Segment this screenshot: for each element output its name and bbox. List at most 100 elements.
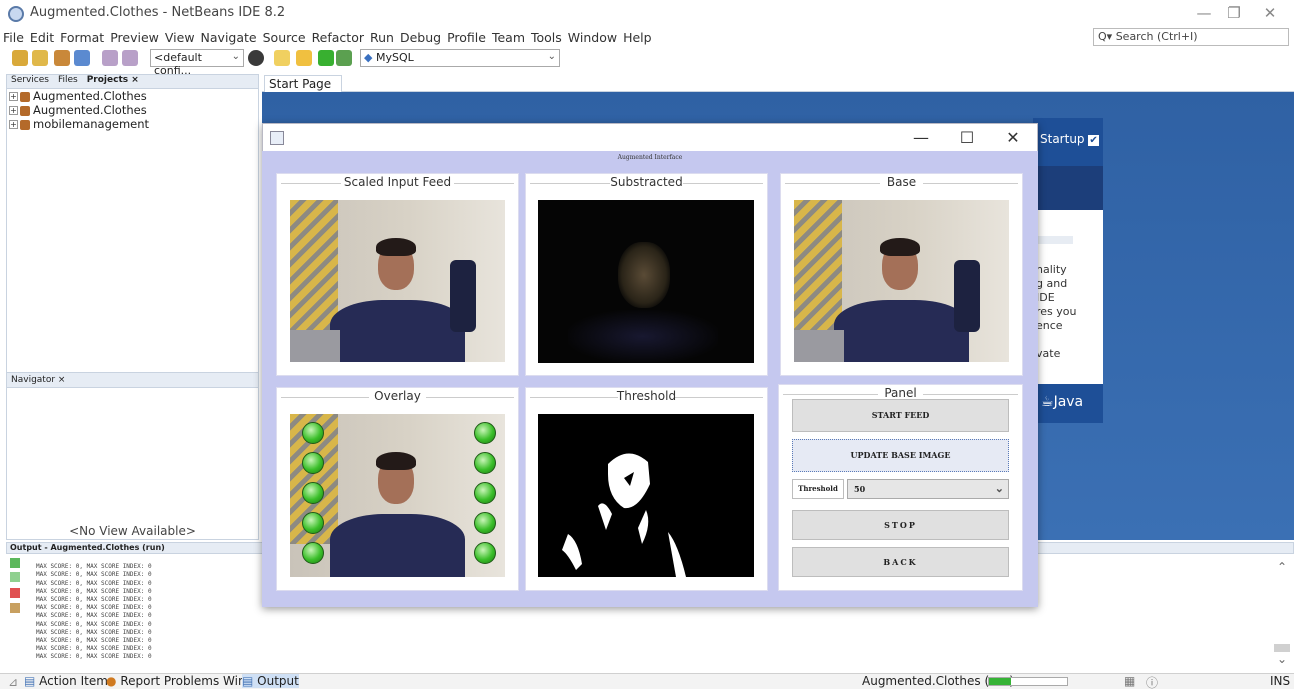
settings-icon[interactable] (10, 603, 20, 613)
menu-debug[interactable]: Debug (397, 28, 444, 47)
search-input[interactable]: Q▾ Search (Ctrl+I) (1093, 28, 1289, 46)
overlay-button-icon[interactable] (302, 542, 324, 564)
overlay-button-icon[interactable] (302, 482, 324, 504)
panel-threshold: Threshold (525, 387, 768, 591)
action-items-tab[interactable]: ▤ Action Items (24, 674, 114, 688)
panel-base: Base (780, 173, 1023, 376)
navigator-tab[interactable]: Navigator × (6, 372, 259, 388)
restore-icon[interactable]: ❐ (1220, 4, 1248, 22)
overlay-button-icon[interactable] (474, 542, 496, 564)
menu-format[interactable]: Format (57, 28, 107, 47)
menu-refactor[interactable]: Refactor (309, 28, 367, 47)
overlay-button-icon[interactable] (474, 422, 496, 444)
subtracted-image (538, 200, 754, 363)
notification-icon[interactable]: ⓘ (1146, 674, 1158, 691)
java-app-icon (270, 131, 284, 145)
new-project-icon[interactable] (32, 50, 48, 66)
warning-icon: ● (106, 674, 117, 688)
threshold-select[interactable]: 50 ⌄ (847, 479, 1009, 499)
menu-tools[interactable]: Tools (528, 28, 565, 47)
run-icon[interactable] (318, 50, 334, 66)
overlay-image (290, 414, 505, 577)
update-base-image-button[interactable]: UPDATE BASE IMAGE (792, 439, 1009, 472)
minimize-icon[interactable]: — (1190, 4, 1218, 22)
close-icon[interactable]: ✕ (1256, 4, 1284, 22)
scrollbar-thumb[interactable] (1274, 644, 1290, 652)
menu-source[interactable]: Source (260, 28, 309, 47)
menu-edit[interactable]: Edit (27, 28, 57, 47)
rerun-params-icon[interactable] (10, 572, 20, 582)
database-select[interactable]: ◆ MySQL ⌄ (360, 49, 560, 67)
threshold-label: Threshold (792, 479, 844, 499)
overlay-button-icon[interactable] (474, 512, 496, 534)
expand-icon[interactable]: + (9, 92, 18, 101)
menu-run[interactable]: Run (367, 28, 397, 47)
start-feed-button[interactable]: START FEED (792, 399, 1009, 432)
startup-checkbox[interactable]: Startup ✔ (1040, 132, 1099, 146)
menu-profile[interactable]: Profile (444, 28, 489, 47)
menu-window[interactable]: Window (565, 28, 620, 47)
overlay-button-icon[interactable] (474, 482, 496, 504)
clean-build-icon[interactable] (296, 50, 312, 66)
overlay-button-icon[interactable] (302, 452, 324, 474)
panel-title: Scaled Input Feed (343, 175, 452, 189)
navigator-empty: <No View Available> (69, 524, 196, 538)
progress-bar (988, 677, 1068, 686)
back-button[interactable]: BACK (792, 547, 1009, 577)
check-icon: ✔ (1088, 135, 1099, 146)
menu-help[interactable]: Help (620, 28, 655, 47)
threshold-image (538, 414, 754, 577)
build-icon[interactable] (274, 50, 290, 66)
menu-navigate[interactable]: Navigate (198, 28, 260, 47)
chevron-down-icon: ⌄ (547, 51, 556, 62)
tree-item[interactable]: + mobilemanagement (9, 117, 258, 131)
menu-view[interactable]: View (162, 28, 198, 47)
tree-item[interactable]: + Augmented.Clothes (9, 89, 258, 103)
open-project-icon[interactable] (54, 50, 70, 66)
dialog-maximize-icon[interactable]: ☐ (954, 128, 980, 147)
menu-preview[interactable]: Preview (107, 28, 162, 47)
tab-start-page[interactable]: Start Page × (264, 75, 342, 105)
redo-icon[interactable] (122, 50, 138, 66)
save-all-icon[interactable] (74, 50, 90, 66)
overlay-button-icon[interactable] (474, 452, 496, 474)
java-logo: ☕Java (1033, 384, 1103, 423)
tree-item[interactable]: + Augmented.Clothes (9, 103, 258, 117)
panel-title: Panel (884, 386, 917, 400)
java-cup-icon: ☕ (1041, 394, 1054, 410)
menu-file[interactable]: File (0, 28, 27, 47)
database-icon: ◆ (364, 51, 373, 64)
rerun-icon[interactable] (10, 558, 20, 568)
debug-icon[interactable] (336, 50, 352, 66)
panel-controls: Panel START FEED UPDATE BASE IMAGE Thres… (778, 384, 1023, 591)
base-image (794, 200, 1009, 362)
stop-button[interactable]: STOP (792, 510, 1009, 540)
output-tab[interactable]: ▤ Output (242, 674, 299, 688)
dialog-close-icon[interactable]: ✕ (1000, 128, 1026, 147)
new-file-icon[interactable] (12, 50, 28, 66)
start-page-band (1033, 166, 1103, 210)
projects-tabs: Services Files Projects × (7, 75, 258, 89)
dialog-minimize-icon[interactable]: — (908, 128, 934, 147)
scroll-up-icon[interactable]: ⌃ (1277, 560, 1287, 574)
panel-overlay: Overlay (276, 387, 519, 591)
overlay-button-icon[interactable] (302, 422, 324, 444)
tab-files[interactable]: Files (58, 75, 78, 85)
expand-icon[interactable]: + (9, 106, 18, 115)
config-select[interactable]: <default confi... ⌄ (150, 49, 244, 77)
menu-team[interactable]: Team (489, 28, 528, 47)
undo-icon[interactable] (102, 50, 118, 66)
list-icon: ▤ (24, 674, 36, 688)
project-icon (20, 91, 30, 102)
expand-icon[interactable]: + (9, 120, 18, 129)
scroll-down-icon[interactable]: ⌄ (1277, 652, 1287, 666)
gear-icon[interactable] (248, 50, 264, 66)
dialog-caption: Augmented Interface (617, 154, 683, 161)
projects-panel: Services Files Projects × + Augmented.Cloth… (6, 74, 259, 540)
tab-projects[interactable]: Projects × (87, 75, 139, 85)
tab-services[interactable]: Services (11, 75, 49, 85)
overlay-button-icon[interactable] (302, 512, 324, 534)
stop-icon[interactable] (10, 588, 20, 598)
chevron-down-icon: ⌄ (994, 482, 1004, 495)
ide-titlebar: Augmented.Clothes - NetBeans IDE 8.2 — ❐… (0, 0, 1294, 28)
